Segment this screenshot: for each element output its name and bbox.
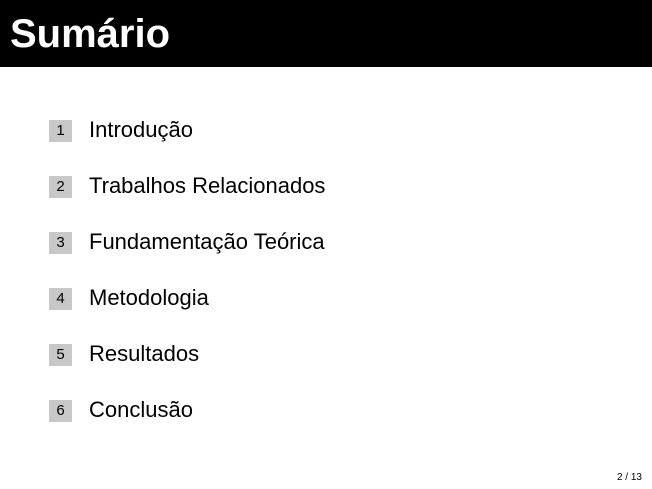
- page-number: 2 / 13: [616, 472, 642, 483]
- toc-label: Fundamentação Teórica: [89, 229, 325, 254]
- toc-item-5[interactable]: 5 Resultados: [49, 341, 199, 367]
- toc-number: 6: [49, 400, 72, 422]
- toc-item-6[interactable]: 6 Conclusão: [49, 397, 193, 423]
- toc-label: Resultados: [89, 341, 200, 366]
- toc-number: 5: [49, 344, 72, 366]
- table-of-contents: 1 Introdução 2 Trabalhos Relacionados 3 …: [0, 0, 652, 489]
- toc-item-3[interactable]: 3 Fundamentação Teórica: [49, 229, 325, 255]
- toc-number: 4: [49, 288, 72, 310]
- toc-label: Introdução: [89, 117, 193, 142]
- toc-number: 3: [49, 232, 72, 254]
- toc-label: Conclusão: [89, 397, 193, 422]
- toc-item-1[interactable]: 1 Introdução: [49, 117, 193, 143]
- toc-number: 2: [49, 176, 72, 198]
- toc-item-2[interactable]: 2 Trabalhos Relacionados: [49, 173, 325, 199]
- toc-label: Trabalhos Relacionados: [89, 173, 326, 198]
- toc-item-4[interactable]: 4 Metodologia: [49, 285, 209, 311]
- toc-label: Metodologia: [89, 285, 209, 310]
- toc-number: 1: [49, 120, 72, 142]
- slide: Sumário 1 Introdução 2 Trabalhos Relacio…: [0, 0, 652, 489]
